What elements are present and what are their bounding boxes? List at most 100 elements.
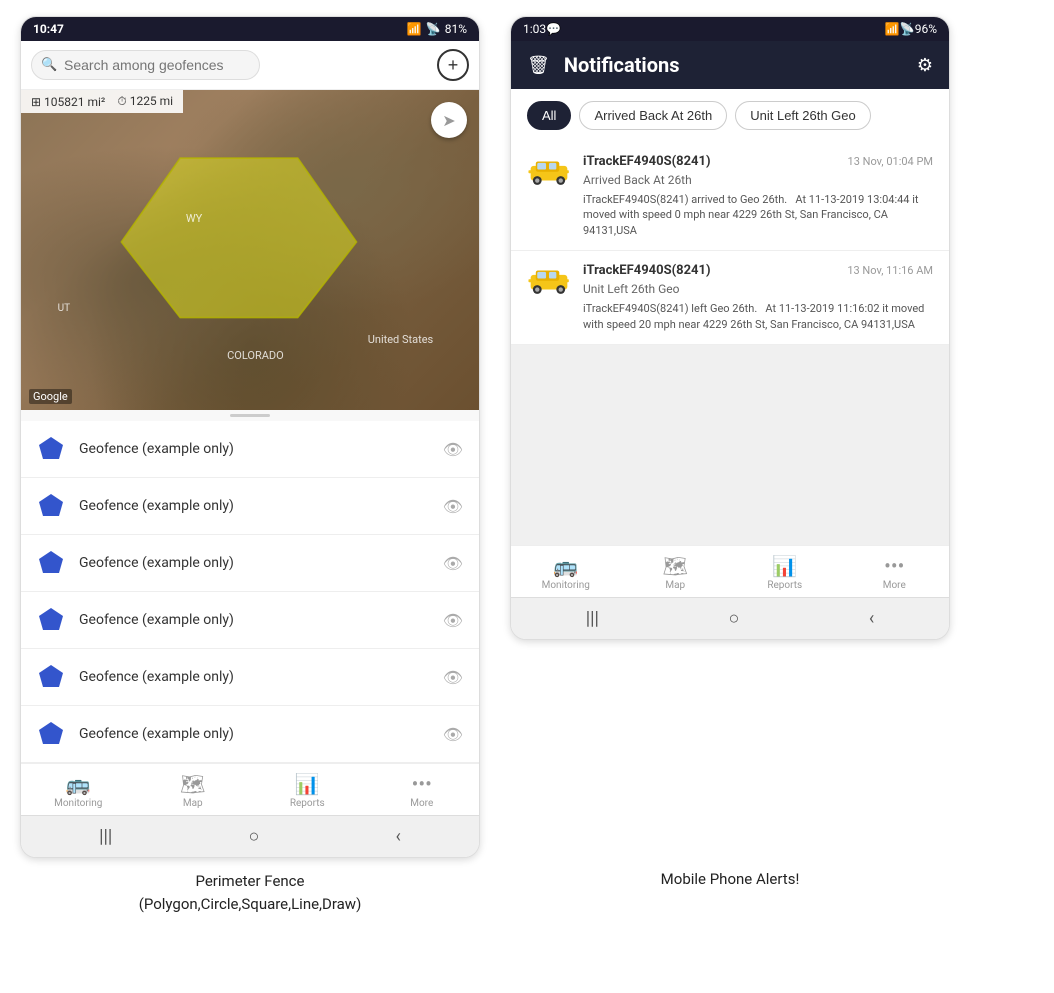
reports-label-left: Reports	[290, 798, 325, 809]
notif-top-2: iTrackEF4940S(8241) 13 Nov, 11:16 AM	[583, 263, 933, 278]
geofence-label-6: Geofence (example only)	[79, 726, 429, 742]
compass-button[interactable]: ➤	[431, 102, 467, 138]
car-avatar-2	[527, 265, 571, 295]
notif-info-1: iTrackEF4940S(8241) 13 Nov, 01:04 PM Arr…	[583, 154, 933, 188]
android-back-btn-left[interactable]: ‹	[395, 826, 400, 847]
list-item[interactable]: Geofence (example only) 👁	[21, 592, 479, 649]
geofence-icon-6	[37, 720, 65, 748]
nav-map-left[interactable]: 🗺 Map	[136, 764, 251, 815]
map-label-right: Map	[665, 580, 685, 591]
nav-map-right[interactable]: 🗺 Map	[621, 546, 731, 597]
eye-icon-2[interactable]: 👁	[443, 497, 463, 516]
reports-icon-left: 📊	[295, 772, 320, 796]
notif-time-2: 13 Nov, 11:16 AM	[847, 264, 933, 277]
compass-icon: ➤	[442, 111, 455, 130]
left-phone: 10:47 📶 📡 81% 🔍 + WY	[20, 16, 480, 858]
map-label-colorado: COLORADO	[227, 349, 284, 362]
settings-button[interactable]: ⚙	[917, 55, 933, 76]
notification-item-2[interactable]: iTrackEF4940S(8241) 13 Nov, 11:16 AM Uni…	[511, 251, 949, 345]
device-name-1: iTrackEF4940S(8241)	[583, 154, 711, 169]
notif-info-2: iTrackEF4940S(8241) 13 Nov, 11:16 AM Uni…	[583, 263, 933, 297]
filter-tabs: All Arrived Back At 26th Unit Left 26th …	[511, 89, 949, 142]
empty-area	[511, 345, 949, 545]
captions-area: Perimeter Fence(Polygon,Circle,Square,Li…	[0, 858, 1054, 915]
signal-icon: 📡	[426, 22, 441, 36]
delete-button[interactable]: 🗑	[527, 55, 550, 76]
android-recent-btn-left[interactable]: |||	[99, 826, 112, 847]
geofence-label-3: Geofence (example only)	[79, 555, 429, 571]
filter-all[interactable]: All	[527, 101, 571, 130]
android-home-btn-left[interactable]: ○	[248, 826, 259, 847]
page-title: Notifications	[564, 53, 903, 77]
eye-icon-5[interactable]: 👁	[443, 668, 463, 687]
add-geofence-button[interactable]: +	[437, 49, 469, 81]
geofence-label-2: Geofence (example only)	[79, 498, 429, 514]
list-item[interactable]: Geofence (example only) 👁	[21, 478, 479, 535]
filter-unit-left[interactable]: Unit Left 26th Geo	[735, 101, 871, 130]
battery-right: 96%	[915, 22, 937, 36]
scroll-indicator	[21, 410, 479, 421]
area-value: 105821 mi²	[44, 95, 105, 109]
search-bar: 🔍 +	[21, 41, 479, 90]
list-item[interactable]: Geofence (example only) 👁	[21, 706, 479, 763]
notif-message-1: iTrackEF4940S(8241) arrived to Geo 26th.…	[527, 192, 933, 238]
wifi-icon-right: 📶	[885, 22, 900, 36]
filter-arrived[interactable]: Arrived Back At 26th	[579, 101, 727, 130]
nav-reports-right[interactable]: 📊 Reports	[730, 546, 840, 597]
map-label-us: United States	[368, 333, 433, 346]
reports-icon-right: 📊	[772, 554, 797, 578]
status-bar-right: 1:03 💬 📶 📡 96%	[511, 17, 949, 41]
android-home-btn-right[interactable]: ○	[728, 608, 739, 629]
map-background: WY COLORADO United States UT	[21, 90, 479, 410]
search-input[interactable]	[31, 50, 260, 80]
area-stat: ⊞ 105821 mi²	[31, 95, 105, 109]
list-item[interactable]: Geofence (example only) 👁	[21, 421, 479, 478]
geofence-icon-4	[37, 606, 65, 634]
list-item[interactable]: Geofence (example only) 👁	[21, 649, 479, 706]
area-icon: ⊞	[31, 95, 41, 109]
battery-left: 81%	[445, 22, 467, 36]
notif-message-2: iTrackEF4940S(8241) left Geo 26th. At 11…	[527, 301, 933, 332]
wifi-icon: 📶	[407, 22, 422, 36]
more-icon-left: •••	[412, 772, 432, 796]
notif-header-1: iTrackEF4940S(8241) 13 Nov, 01:04 PM Arr…	[527, 154, 933, 188]
monitoring-label-left: Monitoring	[54, 798, 102, 809]
list-item[interactable]: Geofence (example only) 👁	[21, 535, 479, 592]
monitoring-icon-right: 🚌	[553, 554, 578, 578]
more-icon-right: •••	[884, 554, 904, 578]
geofence-icon-5	[37, 663, 65, 691]
event-label-1: Arrived Back At 26th	[583, 173, 692, 187]
time-right: 1:03	[523, 22, 546, 36]
notification-list: iTrackEF4940S(8241) 13 Nov, 01:04 PM Arr…	[511, 142, 949, 545]
notification-item-1[interactable]: iTrackEF4940S(8241) 13 Nov, 01:04 PM Arr…	[511, 142, 949, 251]
map-stats: ⊞ 105821 mi² ⏱ 1225 mi	[21, 90, 183, 113]
map-area[interactable]: WY COLORADO United States UT ⊞ 105821 mi…	[21, 90, 479, 410]
eye-icon-4[interactable]: 👁	[443, 611, 463, 630]
geofence-label-4: Geofence (example only)	[79, 612, 429, 628]
eye-icon-6[interactable]: 👁	[443, 725, 463, 744]
chat-icon: 💬	[546, 22, 561, 36]
geofence-icon-1	[37, 435, 65, 463]
monitoring-icon-left: 🚌	[66, 772, 91, 796]
right-phone: 1:03 💬 📶 📡 96% 🗑 Notifications ⚙ All Arr…	[510, 16, 950, 640]
eye-icon-3[interactable]: 👁	[443, 554, 463, 573]
android-back-btn-right[interactable]: ‹	[869, 608, 874, 629]
google-logo: Google	[29, 389, 72, 404]
nav-more-right[interactable]: ••• More	[840, 546, 950, 597]
eye-icon-1[interactable]: 👁	[443, 440, 463, 459]
monitoring-label-right: Monitoring	[542, 580, 590, 591]
geofence-label-5: Geofence (example only)	[79, 669, 429, 685]
more-label-right: More	[883, 580, 906, 591]
nav-more-left[interactable]: ••• More	[365, 764, 480, 815]
notif-time-1: 13 Nov, 01:04 PM	[848, 155, 933, 168]
geofence-icon-2	[37, 492, 65, 520]
signal-icon-right: 📡	[900, 22, 915, 36]
time-left: 10:47	[33, 22, 64, 36]
nav-monitoring-right[interactable]: 🚌 Monitoring	[511, 546, 621, 597]
android-recent-btn-right[interactable]: |||	[586, 608, 599, 629]
geofence-list: Geofence (example only) 👁 Geofence (exam…	[21, 421, 479, 763]
map-icon-right: 🗺	[663, 554, 688, 578]
nav-monitoring-left[interactable]: 🚌 Monitoring	[21, 764, 136, 815]
geofence-label-1: Geofence (example only)	[79, 441, 429, 457]
nav-reports-left[interactable]: 📊 Reports	[250, 764, 365, 815]
